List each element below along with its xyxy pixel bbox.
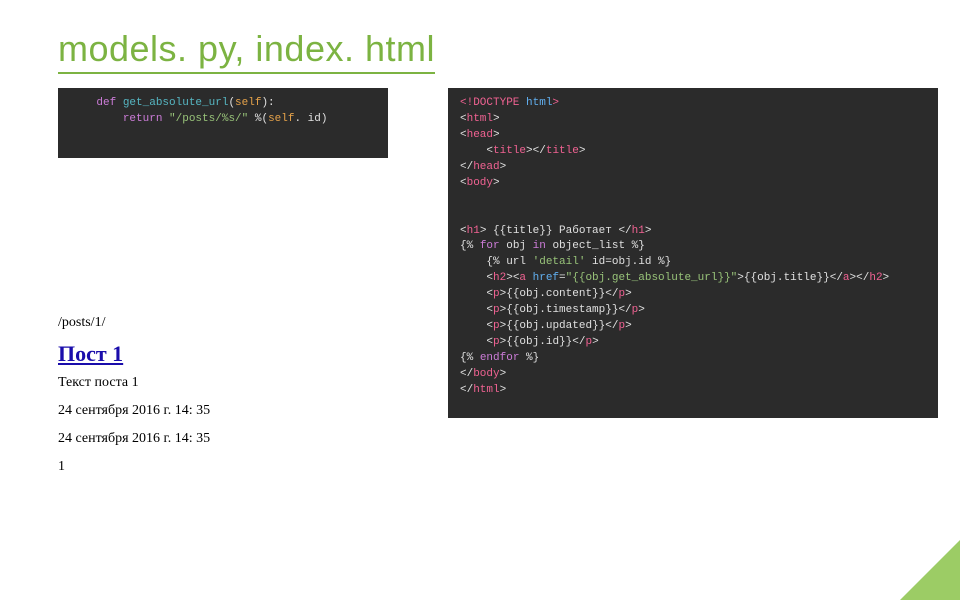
rendered-heading-link[interactable]: Пост 1 [58,341,210,367]
rendered-url: /posts/1/ [58,315,210,331]
decorative-triangle-icon [900,480,960,600]
slide-title: models. py, index. html [58,28,435,74]
rendered-line: 24 сентября 2016 г. 14: 35 [58,403,210,419]
index-html-code: <!DOCTYPE html> <html> <head> <title></t… [448,88,938,418]
rendered-line: Текст поста 1 [58,375,210,391]
rendered-line: 24 сентября 2016 г. 14: 35 [58,431,210,447]
models-py-code: def get_absolute_url(self): return "/pos… [58,88,388,158]
rendered-line: 1 [58,459,210,475]
rendered-output: /posts/1/ Пост 1 Текст поста 1 24 сентяб… [58,315,210,487]
